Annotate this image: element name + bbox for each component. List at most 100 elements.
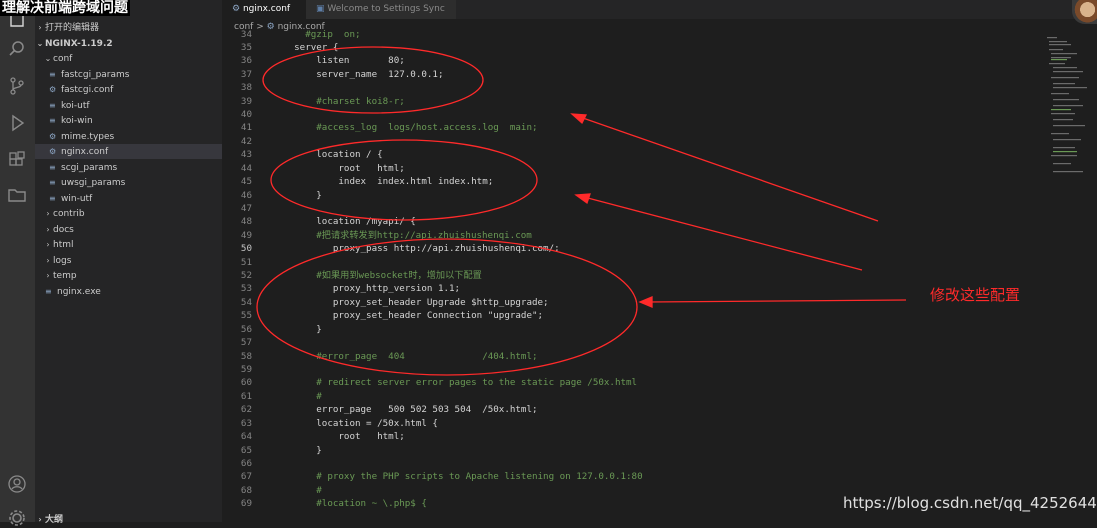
code-text: root html;	[272, 162, 405, 174]
editor-area: ⚙ nginx.conf ▣ Welcome to Settings Sync …	[222, 0, 1097, 522]
code-line[interactable]: 66	[222, 457, 1042, 470]
tree-item[interactable]: ⚙ nginx.conf	[35, 144, 236, 159]
file-icon: ≡	[49, 178, 56, 187]
tree-item[interactable]: ⌄ conf	[35, 51, 230, 66]
settings-gear-icon[interactable]	[7, 508, 27, 528]
code-line[interactable]: 65 }	[222, 444, 1042, 457]
tree-item[interactable]: ≡ win-utf	[35, 191, 236, 206]
code-line[interactable]: 55 proxy_set_header Connection "upgrade"…	[222, 309, 1042, 322]
tree-item-label: nginx.conf	[61, 147, 109, 157]
code-line[interactable]: 48 location /myapi/ {	[222, 215, 1042, 228]
code-line[interactable]: 51	[222, 256, 1042, 269]
line-number: 66	[240, 457, 252, 469]
code-line[interactable]: 52 #如果用到websocket时，增加以下配置	[222, 269, 1042, 282]
code-line[interactable]: 60 # redirect server error pages to the …	[222, 376, 1042, 389]
code-line[interactable]: 56 }	[222, 323, 1042, 336]
code-line[interactable]: 63 location = /50x.html {	[222, 417, 1042, 430]
activity-bar	[0, 0, 35, 526]
code-line[interactable]: 67 # proxy the PHP scripts to Apache lis…	[222, 470, 1042, 483]
tree-item[interactable]: ≡ koi-utf	[35, 98, 236, 113]
tree-item[interactable]: › temp	[35, 268, 230, 283]
line-number: 63	[240, 417, 252, 429]
tab-nginx-conf[interactable]: ⚙ nginx.conf	[222, 0, 316, 19]
open-editors-section[interactable]: › 打开的编辑器	[35, 20, 222, 35]
code-line[interactable]: 41 #access_log logs/host.access.log main…	[222, 121, 1042, 134]
code-line[interactable]: 54 proxy_set_header Upgrade $http_upgrad…	[222, 296, 1042, 309]
tree-item[interactable]: ≡ scgi_params	[35, 160, 236, 175]
code-text: #如果用到websocket时，增加以下配置	[272, 270, 482, 282]
code-line[interactable]: 40	[222, 108, 1042, 121]
code-line[interactable]: 47	[222, 202, 1042, 215]
code-line[interactable]: 61 #	[222, 390, 1042, 403]
code-line[interactable]: 64 root html;	[222, 430, 1042, 443]
line-number: 58	[240, 350, 252, 362]
code-text: proxy_set_header Upgrade $http_upgrade;	[272, 296, 549, 308]
code-line[interactable]: 53 proxy_http_version 1.1;	[222, 282, 1042, 295]
tree-item[interactable]: ≡ fastcgi_params	[35, 67, 236, 82]
file-icon: ≡	[49, 193, 56, 203]
code-line[interactable]: 49 #把请求转发到http://api.zhuishushenqi.com	[222, 229, 1042, 242]
tree-item[interactable]: › contrib	[35, 206, 230, 221]
outline-label: 大纲	[45, 515, 64, 525]
code-line[interactable]: 46 }	[222, 189, 1042, 202]
line-number: 62	[240, 404, 252, 416]
tab-label: Welcome to Settings Sync	[327, 4, 445, 14]
line-number: 40	[240, 109, 252, 121]
gear-icon: ⚙	[232, 4, 241, 14]
extensions-icon[interactable]	[7, 150, 27, 170]
code-text: }	[272, 323, 322, 335]
code-line[interactable]: 59	[222, 363, 1042, 376]
line-number: 41	[240, 122, 252, 134]
tree-item-label: html	[53, 240, 74, 250]
run-debug-icon[interactable]	[7, 113, 27, 133]
line-number: 67	[240, 471, 252, 483]
code-line[interactable]: 35 server {	[222, 41, 1042, 54]
code-line[interactable]: 42	[222, 135, 1042, 148]
code-text: #	[272, 390, 322, 402]
tree-item-label: logs	[53, 255, 72, 266]
line-number: 55	[240, 310, 252, 322]
search-icon[interactable]	[7, 39, 27, 59]
outline-section[interactable]: › 大纲	[35, 512, 222, 527]
avatar[interactable]	[1072, 0, 1097, 24]
root-folder-section[interactable]: ⌄ NGINX-1.19.2	[35, 36, 222, 51]
code-line[interactable]: 62 error_page 500 502 503 504 /50x.html;	[222, 403, 1042, 416]
tree-item[interactable]: › docs	[35, 222, 230, 237]
code-line[interactable]: 58 #error_page 404 /404.html;	[222, 350, 1042, 363]
code-line[interactable]: 37 server_name 127.0.0.1;	[222, 68, 1042, 81]
code-line[interactable]: 57	[222, 336, 1042, 349]
folder-icon[interactable]	[7, 185, 27, 205]
line-number: 49	[240, 229, 252, 241]
code-text: #	[272, 484, 322, 496]
tree-item[interactable]: ≡ koi-win	[35, 113, 236, 128]
code-line[interactable]: 38	[222, 81, 1042, 94]
code-line[interactable]: 50 proxy_pass http://api.zhuishushenqi.c…	[222, 242, 1042, 255]
line-number: 54	[240, 296, 252, 308]
document-icon: ▣	[316, 4, 325, 14]
code-line[interactable]: 44 root html;	[222, 162, 1042, 175]
tree-item[interactable]: ⚙ fastcgi.conf	[35, 82, 236, 97]
tree-item[interactable]: ⚙ mime.types	[35, 129, 236, 144]
source-control-icon[interactable]	[7, 76, 27, 96]
code-line[interactable]: 39 #charset koi8-r;	[222, 95, 1042, 108]
tab-welcome-settings-sync[interactable]: ▣ Welcome to Settings Sync	[306, 0, 456, 19]
gear-icon: ⚙	[49, 131, 57, 141]
code-line[interactable]: 43 location / {	[222, 148, 1042, 161]
code-line[interactable]: 45 index index.html index.htm;	[222, 175, 1042, 188]
tree-item[interactable]: › logs	[35, 253, 230, 268]
account-icon[interactable]	[7, 474, 27, 494]
tree-item[interactable]: ≡ uwsgi_params	[35, 175, 236, 190]
code-text: error_page 500 502 503 504 /50x.html;	[272, 404, 538, 416]
code-line[interactable]: 36 listen 80;	[222, 54, 1042, 67]
line-number: 53	[240, 283, 252, 295]
page-title: 理解决前端跨域问题	[0, 0, 130, 16]
minimap[interactable]	[1047, 35, 1089, 185]
chevron-right-icon: ›	[38, 515, 42, 524]
tree-item[interactable]: ≡ nginx.exe	[35, 284, 232, 299]
code-text: location /myapi/ {	[272, 216, 416, 228]
code-text: server {	[272, 41, 339, 53]
line-number: 35	[240, 41, 252, 53]
code-line[interactable]: 34 #gzip on;	[222, 28, 1042, 41]
tree-item[interactable]: › html	[35, 237, 230, 252]
line-number: 50	[240, 243, 252, 255]
